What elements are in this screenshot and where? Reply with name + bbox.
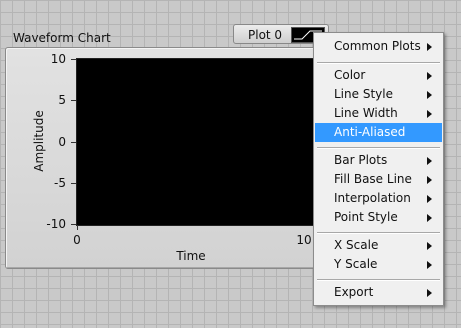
submenu-arrow-icon (427, 195, 432, 203)
submenu-arrow-icon (427, 110, 432, 118)
y-tick-mark (71, 224, 76, 225)
plot-context-menu: Common Plots Color Line Style Line Width… (313, 32, 444, 306)
menu-item-label: Y Scale (334, 257, 378, 271)
menu-item-label: Color (334, 68, 366, 82)
x-tick-label: 0 (73, 233, 81, 247)
x-tick-mark (77, 225, 78, 230)
submenu-arrow-icon (427, 72, 432, 80)
chart-title: Waveform Chart (13, 31, 111, 45)
menu-item-fill-base-line[interactable]: Fill Base Line (315, 170, 442, 189)
y-tick-label: -10 (46, 217, 66, 231)
menu-item-label: Interpolation (334, 191, 411, 205)
y-tick-mark (71, 100, 76, 101)
menu-separator (317, 279, 440, 281)
menu-item-label: Export (334, 285, 374, 299)
y-tick-label: -5 (54, 176, 66, 190)
menu-separator (317, 147, 440, 149)
y-tick-mark (71, 59, 76, 60)
menu-item-x-scale[interactable]: X Scale (315, 236, 442, 255)
y-tick-mark (71, 183, 76, 184)
menu-item-line-width[interactable]: Line Width (315, 104, 442, 123)
submenu-arrow-icon (427, 176, 432, 184)
plot-legend-label: Plot 0 (248, 28, 283, 42)
menu-separator (317, 232, 440, 234)
menu-item-y-scale[interactable]: Y Scale (315, 255, 442, 274)
menu-item-label: Point Style (334, 210, 398, 224)
y-tick-label: 10 (50, 52, 66, 66)
y-axis-label: Amplitude (32, 110, 46, 172)
menu-item-anti-aliased[interactable]: Anti-Aliased (315, 123, 442, 142)
menu-item-line-style[interactable]: Line Style (315, 85, 442, 104)
submenu-arrow-icon (427, 214, 432, 222)
menu-separator (317, 62, 440, 64)
y-tick-label: 5 (58, 93, 66, 107)
y-tick-mark (71, 142, 76, 143)
menu-item-label: Line Width (334, 106, 398, 120)
x-axis-label: Time (176, 249, 206, 263)
submenu-arrow-icon (427, 43, 432, 51)
menu-item-label: Common Plots (334, 39, 421, 53)
menu-item-label: Bar Plots (334, 153, 388, 167)
plot-area[interactable] (76, 58, 316, 226)
menu-item-label: Fill Base Line (334, 172, 412, 186)
y-tick-label: 0 (58, 135, 66, 149)
submenu-arrow-icon (427, 261, 432, 269)
submenu-arrow-icon (427, 289, 432, 297)
x-tick-label: 10 (296, 233, 312, 247)
menu-item-common-plots[interactable]: Common Plots (315, 37, 442, 56)
menu-item-label: Anti-Aliased (334, 125, 406, 139)
menu-item-point-style[interactable]: Point Style (315, 208, 442, 227)
menu-item-label: X Scale (334, 238, 379, 252)
menu-item-export[interactable]: Export (315, 283, 442, 302)
menu-item-color[interactable]: Color (315, 66, 442, 85)
menu-item-interpolation[interactable]: Interpolation (315, 189, 442, 208)
submenu-arrow-icon (427, 157, 432, 165)
menu-item-label: Line Style (334, 87, 393, 101)
menu-item-bar-plots[interactable]: Bar Plots (315, 151, 442, 170)
submenu-arrow-icon (427, 242, 432, 250)
submenu-arrow-icon (427, 91, 432, 99)
